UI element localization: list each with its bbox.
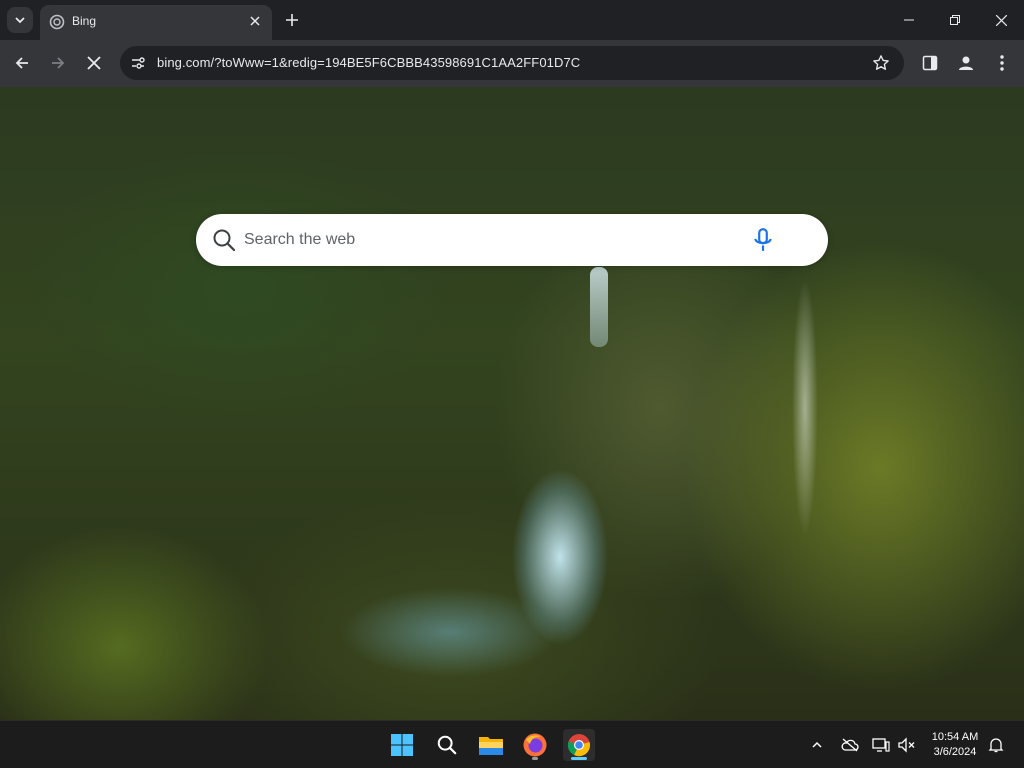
onedrive-button[interactable] (840, 735, 860, 755)
minimize-icon (904, 19, 914, 21)
active-indicator (571, 757, 587, 760)
site-info-icon[interactable] (130, 55, 146, 71)
address-bar[interactable]: bing.com/?toWww=1&redig=194BE5F6CBBB4359… (120, 46, 904, 80)
profile-icon (959, 56, 973, 70)
cloud-off-icon (841, 738, 859, 752)
close-window-button[interactable] (978, 0, 1024, 40)
search-icon (437, 735, 457, 755)
bell-icon (988, 738, 1004, 753)
system-clock[interactable]: 10:54 AM 3/6/2024 (920, 730, 990, 760)
taskbar-search-button[interactable] (431, 729, 463, 761)
tab-title: Bing (72, 14, 97, 28)
bing-icon (49, 14, 65, 30)
arrow-left-icon (15, 57, 28, 69)
restore-icon (950, 15, 960, 25)
chrome-icon (567, 734, 590, 757)
notifications-button[interactable] (986, 735, 1006, 755)
chevron-up-icon (812, 741, 822, 748)
side-panel-icon (922, 55, 938, 71)
arrow-right-icon (52, 57, 65, 69)
plus-icon (286, 14, 298, 26)
firefox-button[interactable] (519, 729, 551, 761)
chrome-button[interactable] (563, 729, 595, 761)
tab-search-button[interactable] (7, 7, 33, 33)
start-button[interactable] (386, 729, 418, 761)
firefox-icon (523, 733, 547, 757)
clock-date: 3/6/2024 (933, 746, 977, 758)
file-explorer-button[interactable] (475, 729, 507, 761)
microphone-icon[interactable] (750, 227, 776, 253)
stop-loading-button[interactable] (82, 51, 106, 75)
network-button[interactable] (871, 735, 891, 755)
chevron-down-icon (15, 17, 25, 24)
show-hidden-icons-button[interactable] (807, 735, 827, 755)
network-icon (872, 738, 890, 752)
volume-button[interactable] (897, 735, 917, 755)
more-vertical-icon (1000, 55, 1004, 71)
tab-close-button[interactable] (246, 12, 264, 30)
clock-time: 10:54 AM (931, 731, 979, 743)
back-button[interactable] (10, 51, 34, 75)
running-indicator (532, 757, 538, 760)
bing-homepage-background (0, 87, 1024, 720)
menu-button[interactable] (990, 51, 1014, 75)
profile-button[interactable] (954, 51, 978, 75)
search-box[interactable] (196, 214, 828, 266)
file-explorer-icon (479, 737, 503, 755)
restore-button[interactable] (932, 0, 978, 40)
background-stream (340, 587, 560, 677)
search-input[interactable] (244, 214, 744, 266)
background-waterfall (590, 267, 608, 347)
tab-strip: Bing (0, 0, 1024, 40)
star-icon[interactable] (872, 54, 890, 72)
new-tab-button[interactable] (282, 10, 302, 30)
close-icon (995, 14, 1007, 26)
search-icon[interactable] (212, 228, 236, 252)
url-text: bing.com/?toWww=1&redig=194BE5F6CBBB4359… (157, 55, 581, 70)
side-panel-button[interactable] (918, 51, 942, 75)
windows-taskbar: 10:54 AM 3/6/2024 (0, 720, 1024, 768)
minimize-button[interactable] (886, 0, 932, 40)
forward-button[interactable] (46, 51, 70, 75)
windows-start-icon (391, 734, 413, 756)
tab-bing[interactable]: Bing (40, 5, 272, 40)
close-icon (87, 56, 101, 70)
close-icon (250, 16, 260, 26)
volume-muted-icon (898, 737, 915, 753)
browser-toolbar: bing.com/?toWww=1&redig=194BE5F6CBBB4359… (0, 40, 1024, 87)
